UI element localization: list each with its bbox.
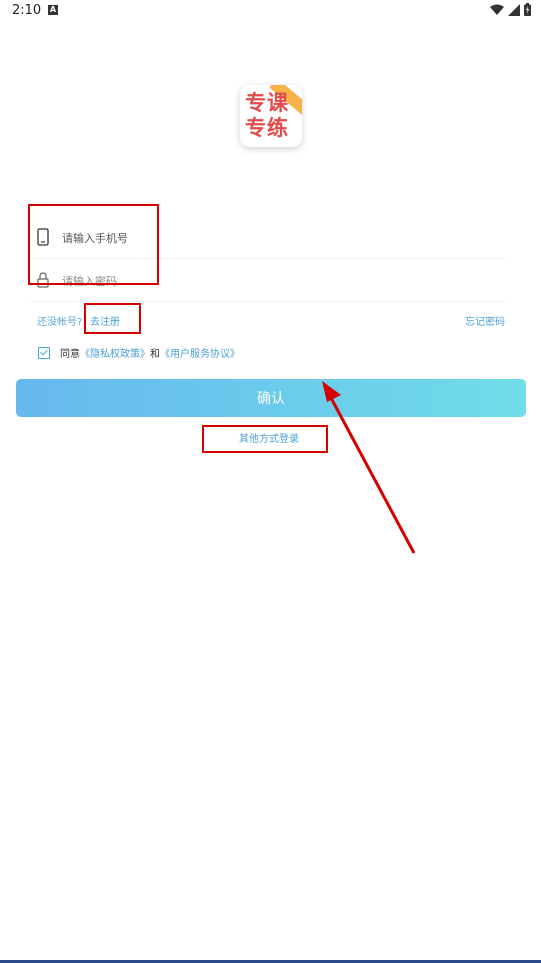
annotation-arrow (322, 381, 416, 554)
